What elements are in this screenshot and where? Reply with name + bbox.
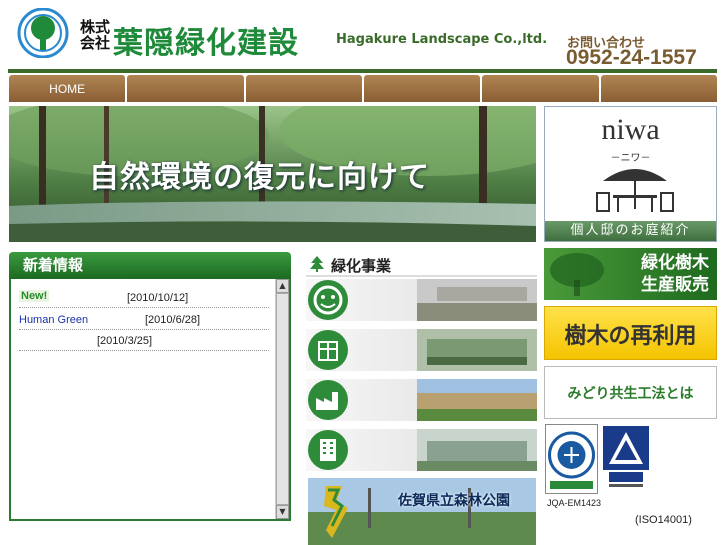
- nav-item-3[interactable]: [245, 75, 362, 102]
- scroll-up-button[interactable]: ▲: [276, 279, 289, 293]
- news-panel: New! [2010/10/12] Human Green [2010/6/28…: [9, 279, 291, 521]
- business-photo-1: [417, 279, 537, 321]
- contact-phone[interactable]: 0952-24-1557: [566, 46, 697, 70]
- company-name-en: Hagakure Landscape Co.,ltd.: [336, 32, 548, 47]
- business-photo-2: [417, 329, 537, 371]
- business-item-3[interactable]: [306, 379, 537, 421]
- news-date: [2010/6/28]: [145, 314, 201, 326]
- ryokuka-title: 緑化事業: [331, 257, 392, 275]
- news-date: [2010/10/12]: [127, 292, 189, 304]
- header-divider: [8, 69, 717, 73]
- business-item-2[interactable]: [306, 329, 537, 371]
- news-scrollbar[interactable]: ▲ ▼: [275, 279, 289, 519]
- scroll-down-button[interactable]: ▼: [276, 505, 289, 519]
- hero-headline: 自然環境の復元に向けて: [89, 160, 430, 195]
- kabu-label-1: 株式: [80, 18, 111, 36]
- tree-sales-line2: 生産販売: [641, 275, 709, 295]
- garden-table-icon: [596, 169, 674, 212]
- hero-banner: 自然環境の復元に向けて: [9, 106, 536, 242]
- news-item[interactable]: Human Green [2010/6/28]: [19, 310, 269, 330]
- business-item-1[interactable]: [306, 279, 537, 321]
- niwa-footer: 個人邸のお庭紹介: [545, 221, 716, 241]
- business-item-4[interactable]: [306, 429, 537, 471]
- main-nav: HOME: [9, 75, 717, 102]
- jqa-certification-logo[interactable]: [545, 424, 598, 494]
- nav-home[interactable]: HOME: [9, 75, 126, 102]
- tree-silhouette-icon: [550, 253, 604, 296]
- company-logo[interactable]: [14, 8, 72, 58]
- tree-sales-banner[interactable]: 緑化樹木 生産販売: [544, 248, 717, 300]
- tree-icon: [310, 256, 324, 272]
- park-banner-text: 佐賀県立森林公園: [398, 493, 510, 509]
- tree-sales-line1: 緑化樹木: [641, 253, 709, 273]
- nav-item-4[interactable]: [363, 75, 481, 102]
- midori-method-text: みどり共生工法とは: [567, 386, 694, 402]
- forest-park-banner[interactable]: 佐賀県立森林公園: [308, 478, 536, 545]
- jqa-cert-number: JQA-EM1423: [547, 498, 602, 508]
- park-photo: [308, 478, 536, 545]
- kabu-label-2: 会社: [80, 34, 111, 52]
- news-new-badge: New!: [19, 290, 50, 302]
- building-icon: [308, 330, 348, 370]
- ryokuka-divider: [306, 275, 537, 277]
- nav-item-6[interactable]: [600, 75, 717, 102]
- niwa-banner[interactable]: niwa －ニワ－ 個人邸のお庭紹介: [544, 106, 717, 242]
- iso-label: (ISO14001): [635, 514, 692, 526]
- jab-accreditation-logo[interactable]: [601, 424, 651, 494]
- jqa-logo-icon: [548, 431, 595, 489]
- scroll-thumb[interactable]: [276, 293, 289, 505]
- jab-logo-icon: [603, 426, 649, 487]
- business-photo-4: [417, 429, 537, 471]
- news-link[interactable]: Human Green: [19, 314, 88, 326]
- tree-sales-text: 緑化樹木 生産販売: [641, 252, 709, 296]
- face-plant-icon: [308, 280, 348, 320]
- nav-item-2[interactable]: [127, 75, 244, 102]
- business-photo-3: [417, 379, 537, 421]
- tree-reuse-banner[interactable]: 樹木の再利用: [544, 306, 717, 360]
- news-item[interactable]: [2010/3/25]: [19, 331, 269, 351]
- company-name[interactable]: 葉隠緑化建設: [113, 18, 299, 62]
- news-date: [2010/3/25]: [97, 335, 153, 347]
- news-title: 新着情報: [9, 252, 291, 279]
- office-building-icon: [308, 430, 348, 470]
- factory-icon: [308, 380, 348, 420]
- nav-item-5[interactable]: [482, 75, 599, 102]
- news-item[interactable]: New! [2010/10/12]: [19, 288, 269, 308]
- midori-method-banner[interactable]: みどり共生工法とは: [544, 366, 717, 419]
- niwa-title: niwa: [601, 113, 660, 146]
- tree-reuse-text: 樹木の再利用: [564, 324, 697, 349]
